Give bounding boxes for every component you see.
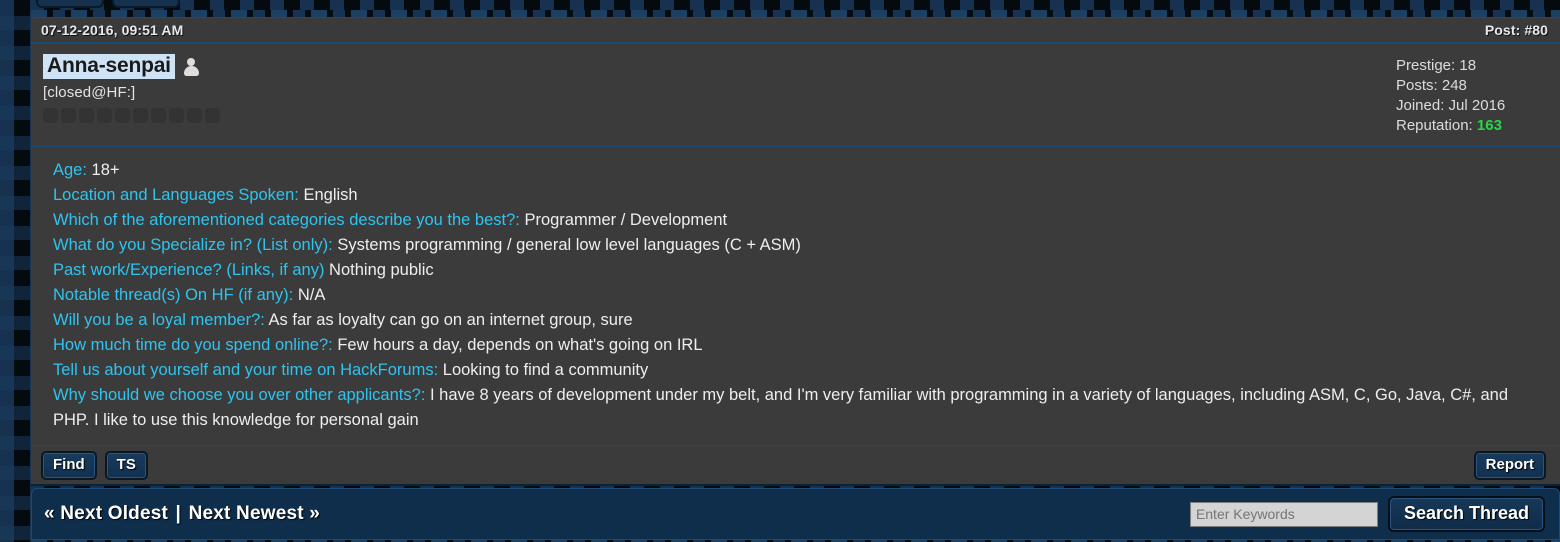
thread-bottom-bar: « Next Oldest | Next Newest » Search Thr… [31, 488, 1560, 540]
stat-joined: Joined: Jul 2016 [1396, 96, 1546, 116]
post-header: 07-12-2016, 09:51 AM Post: #80 [31, 18, 1560, 44]
decorative-top-buttons [36, 0, 180, 8]
question-label: How much time do you spend online?: [53, 336, 333, 354]
badge-placeholder [169, 108, 184, 123]
reputation-label: Reputation: [1396, 117, 1473, 134]
stat-posts: Posts: 248 [1396, 76, 1546, 96]
thread-navigation: « Next Oldest | Next Newest » [44, 503, 320, 525]
question-label: Why should we choose you over other appl… [53, 386, 425, 404]
badge-placeholder [79, 108, 94, 123]
stat-reputation: Reputation: 163 [1396, 116, 1546, 136]
question-label: What do you Specialize in? (List only): [53, 236, 333, 254]
question-label: Notable thread(s) On HF (if any): [53, 286, 293, 304]
find-button[interactable]: Find [41, 451, 97, 480]
badge-placeholder [133, 108, 148, 123]
post-number[interactable]: Post: #80 [1485, 22, 1548, 38]
question-label: Tell us about yourself and your time on … [53, 361, 438, 379]
decorative-button [36, 0, 104, 8]
stat-prestige: Prestige: 18 [1396, 56, 1546, 76]
thread-search-area: Search Thread [1190, 496, 1545, 532]
post-line: Why should we choose you over other appl… [53, 383, 1546, 433]
post-body: Age: 18+ Location and Languages Spoken: … [31, 147, 1560, 446]
question-label: Age: [53, 161, 87, 179]
post-line: How much time do you spend online?: Few … [53, 333, 1546, 358]
thread-post-container: 07-12-2016, 09:51 AM Post: #80 Anna-senp… [31, 10, 1560, 486]
answer-text: English [303, 186, 357, 204]
search-input[interactable] [1190, 502, 1378, 527]
top-dashed-divider [31, 10, 1560, 18]
badge-placeholder [97, 108, 112, 123]
next-oldest-link[interactable]: Next Oldest [60, 503, 168, 524]
answer-text: Few hours a day, depends on what's going… [337, 336, 702, 354]
post-line: Which of the aforementioned categories d… [53, 208, 1546, 233]
nav-separator: | [174, 503, 184, 524]
author-name-row: Anna-senpai [43, 54, 220, 79]
answer-text: Programmer / Development [524, 211, 727, 229]
question-label: Location and Languages Spoken: [53, 186, 299, 204]
post-line: Past work/Experience? (Links, if any) No… [53, 258, 1546, 283]
post-action-buttons: Find TS [41, 451, 148, 480]
author-badges [43, 108, 220, 123]
post-line: Notable thread(s) On HF (if any): N/A [53, 283, 1546, 308]
author-column: Anna-senpai [closed@HF:] [41, 54, 220, 136]
search-thread-button[interactable]: Search Thread [1388, 496, 1545, 532]
post-line: Location and Languages Spoken: English [53, 183, 1546, 208]
post-footer: Find TS Report [31, 446, 1560, 486]
answer-text: N/A [298, 286, 326, 304]
post-line: What do you Specialize in? (List only): … [53, 233, 1546, 258]
ts-button[interactable]: TS [105, 451, 148, 480]
post-author-area: Anna-senpai [closed@HF:] Prestige: 18 Po… [31, 44, 1560, 147]
question-label: Which of the aforementioned categories d… [53, 211, 520, 229]
author-stats: Prestige: 18 Posts: 248 Joined: Jul 2016… [1396, 54, 1546, 136]
answer-text: Nothing public [329, 261, 434, 279]
user-icon [183, 57, 200, 76]
badge-placeholder [187, 108, 202, 123]
decorative-button [112, 0, 180, 8]
prev-arrow-icon: « [44, 503, 55, 524]
post-line: Age: 18+ [53, 158, 1546, 183]
reputation-value[interactable]: 163 [1477, 117, 1502, 134]
post-line: Tell us about yourself and your time on … [53, 358, 1546, 383]
post-date: 07-12-2016, 09:51 AM [41, 22, 183, 38]
question-label: Past work/Experience? (Links, if any) [53, 261, 324, 279]
author-username[interactable]: Anna-senpai [43, 54, 175, 79]
question-label: Will you be a loyal member?: [53, 311, 265, 329]
author-usertitle: [closed@HF:] [43, 84, 220, 101]
answer-text: 18+ [92, 161, 120, 179]
answer-text: Systems programming / general low level … [337, 236, 801, 254]
report-button[interactable]: Report [1474, 451, 1546, 480]
badge-placeholder [205, 108, 220, 123]
badge-placeholder [115, 108, 130, 123]
badge-placeholder [61, 108, 76, 123]
next-newest-link[interactable]: Next Newest [189, 503, 304, 524]
badge-placeholder [43, 108, 58, 123]
answer-text: Looking to find a community [443, 361, 648, 379]
answer-text: As far as loyalty can go on an internet … [269, 311, 633, 329]
post-line: Will you be a loyal member?: As far as l… [53, 308, 1546, 333]
badge-placeholder [151, 108, 166, 123]
next-arrow-icon: » [309, 503, 320, 524]
